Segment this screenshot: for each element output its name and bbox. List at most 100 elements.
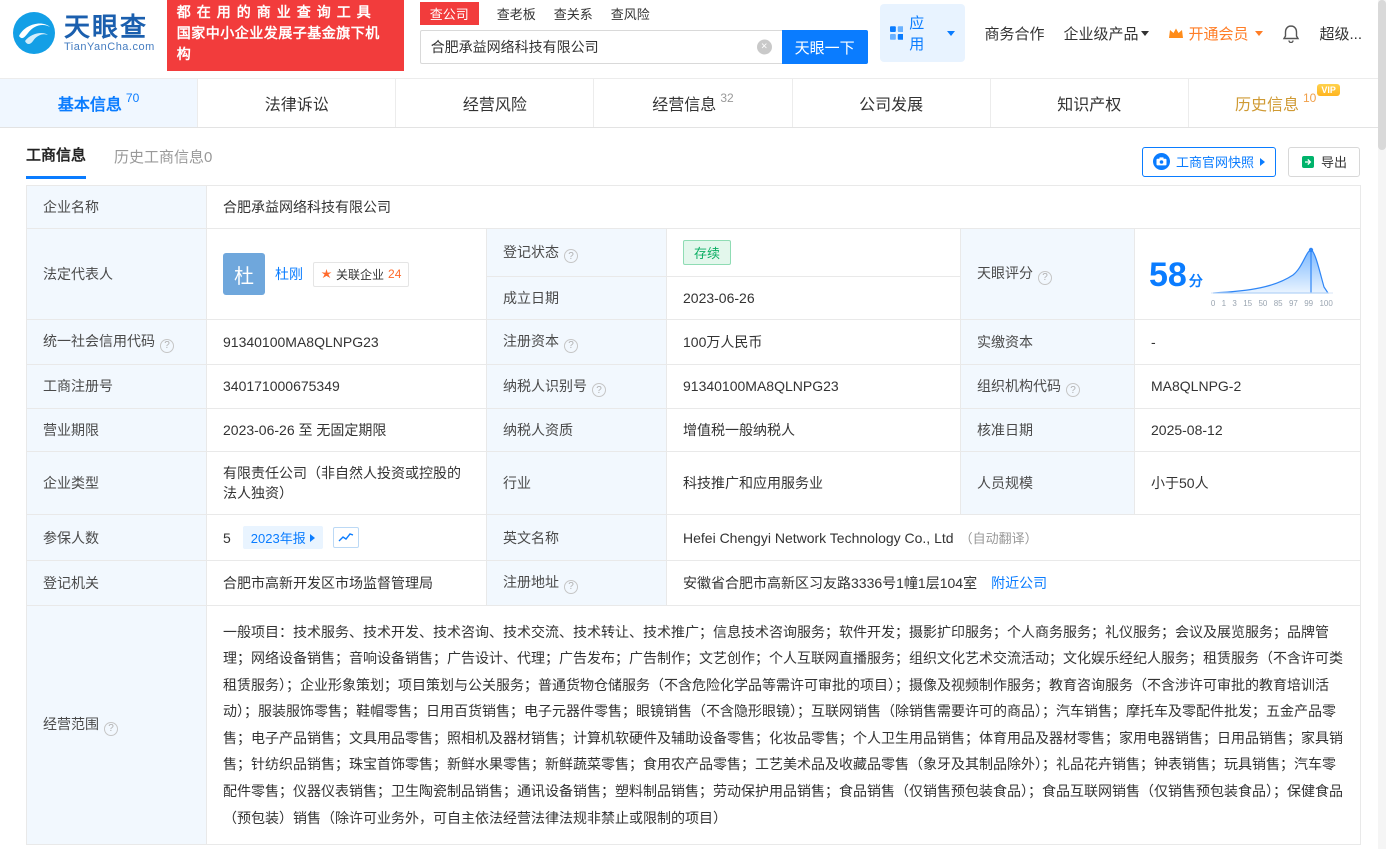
- tab-label: 公司发展: [859, 97, 924, 114]
- search-tab-boss[interactable]: 查老板: [497, 4, 536, 23]
- reg-authority-value: 合肥市高新开发区市场监督管理局: [206, 560, 487, 606]
- chevron-down-icon: [947, 30, 956, 36]
- help-icon[interactable]: [592, 383, 606, 397]
- search-type-tabs: 查公司 查老板 查关系 查风险: [419, 2, 868, 25]
- nav-vip-membership[interactable]: 开通会员: [1168, 23, 1264, 44]
- reg-capital-label: 注册资本: [486, 319, 667, 365]
- export-icon: [1301, 155, 1314, 168]
- english-name-label: 英文名称: [486, 514, 667, 561]
- tab-history-info[interactable]: 历史信息 10 VIP: [1189, 79, 1386, 127]
- staff-size-label: 人员规模: [960, 451, 1135, 515]
- tab-business-info[interactable]: 经营信息 32: [594, 79, 793, 127]
- notification-bell-icon[interactable]: [1282, 24, 1300, 43]
- english-name-value: Hefei Chengyi Network Technology Co., Lt…: [665, 514, 1362, 561]
- annual-report-button[interactable]: 2023年报: [242, 526, 323, 549]
- trend-chart-icon[interactable]: [332, 527, 359, 548]
- search-tab-company[interactable]: 查公司: [419, 2, 479, 25]
- scrollbar-thumb[interactable]: [1378, 0, 1386, 150]
- help-icon[interactable]: [564, 579, 578, 594]
- tab-intellectual-property[interactable]: 知识产权: [991, 79, 1189, 127]
- slogan-line2: 国家中小企业发展子基金旗下机构: [176, 24, 380, 62]
- subtab-history-business-info[interactable]: 历史工商信息0: [114, 146, 212, 178]
- main-tab-bar: 基本信息 70 法律诉讼 经营风险 经营信息 32 公司发展 知识产权 历史信息 10…: [0, 78, 1386, 128]
- vip-badge: VIP: [1317, 84, 1340, 96]
- reg-capital-value: 100万人民币: [666, 319, 961, 365]
- insured-value: 5 2023年报: [206, 514, 487, 561]
- taxpayer-id-label: 纳税人识别号: [486, 363, 667, 409]
- tianyan-score-value[interactable]: 58 分 0 1 3 15 50 85 97 99 100: [1133, 228, 1362, 320]
- staff-size-value: 小于50人: [1133, 451, 1362, 515]
- search-tab-relation[interactable]: 查关系: [554, 4, 593, 23]
- tab-legal-proceedings[interactable]: 法律诉讼: [198, 79, 397, 127]
- industry-label: 行业: [486, 451, 667, 515]
- tianyan-score-label: 天眼评分: [960, 228, 1135, 320]
- help-icon[interactable]: [1038, 270, 1052, 285]
- tianyancha-logo[interactable]: 天眼查 TianYanCha.com: [12, 11, 155, 55]
- business-scope-value: 一般项目：技术服务、技术开发、技术咨询、技术交流、技术转让、技术推广；信息技术咨…: [205, 604, 1362, 846]
- company-type-value: 有限责任公司（非自然人投资或控股的法人独资）: [206, 451, 487, 515]
- subtab-business-registration-info[interactable]: 工商信息: [26, 144, 87, 179]
- slogan-banner: 都在用的商业查询工具 国家中小企业发展子基金旗下机构: [166, 0, 404, 71]
- search-button[interactable]: 天眼一下: [781, 30, 868, 64]
- help-icon[interactable]: [564, 338, 578, 353]
- approval-date-value: 2025-08-12: [1133, 408, 1362, 452]
- status-badge: 存续: [683, 240, 732, 265]
- related-companies-tag[interactable]: 关联企业 24: [313, 261, 410, 287]
- slogan-line1: 都在用的商业查询工具: [176, 3, 377, 20]
- tab-label: 经营信息: [652, 97, 717, 114]
- row-company-type: 企业类型 有限责任公司（非自然人投资或控股的法人独资） 行业 科技推广和应用服务…: [26, 451, 1362, 515]
- establish-date-label: 成立日期: [486, 276, 667, 320]
- paid-capital-label: 实缴资本: [960, 319, 1135, 365]
- tab-label: 法律诉讼: [264, 97, 329, 114]
- score-axis-labels: 0 1 3 15 50 85 97 99 100: [1210, 298, 1333, 308]
- vertical-scrollbar[interactable]: [1378, 0, 1386, 849]
- business-snapshot-button[interactable]: 工商官网快照: [1141, 146, 1276, 177]
- apps-menu-label: 应用: [909, 15, 925, 53]
- help-icon[interactable]: [160, 338, 174, 353]
- logo-subtitle: TianYanCha.com: [64, 41, 155, 53]
- sub-navigation: 工商信息 历史工商信息0 工商官网快照 导出: [0, 128, 1386, 179]
- tab-label: 经营风险: [462, 97, 527, 114]
- industry-value: 科技推广和应用服务业: [666, 451, 961, 515]
- clear-icon[interactable]: [756, 39, 772, 55]
- row-company-name: 企业名称 合肥承益网络科技有限公司: [26, 185, 1362, 229]
- arrow-right-icon: [309, 533, 315, 542]
- nav-super-vip[interactable]: 超级...: [1319, 23, 1362, 44]
- legal-rep-value: 杜 杜刚 关联企业 24: [206, 228, 487, 320]
- nav-business-cooperation[interactable]: 商务合作: [984, 23, 1044, 44]
- row-legal-rep: 法定代表人 杜 杜刚 关联企业 24 登记状态 存续 天眼评分: [26, 228, 1362, 320]
- reg-number-value: 340171000675349: [206, 363, 487, 409]
- tab-company-development[interactable]: 公司发展: [793, 79, 991, 127]
- tab-basic-info[interactable]: 基本信息 70: [0, 79, 199, 127]
- search-tab-risk[interactable]: 查风险: [611, 4, 650, 23]
- score-number: 58 分: [1149, 255, 1203, 294]
- company-name-label: 企业名称: [26, 185, 207, 229]
- reg-address-label: 注册地址: [486, 560, 667, 606]
- tab-count: 70: [125, 91, 140, 105]
- nearby-companies-link[interactable]: 附近公司: [991, 575, 1047, 591]
- row-reg-number: 工商注册号 340171000675349 纳税人识别号 91340100MA8…: [26, 363, 1362, 409]
- nav-vip-label: 开通会员: [1188, 25, 1249, 43]
- help-icon[interactable]: [104, 721, 118, 736]
- related-companies-label: 关联企业: [336, 267, 385, 282]
- reg-status-label: 登记状态: [486, 228, 667, 277]
- legal-rep-name-link[interactable]: 杜刚: [275, 264, 303, 284]
- tab-operational-risk[interactable]: 经营风险: [396, 79, 595, 127]
- logo-title: 天眼查: [64, 12, 149, 42]
- tab-label: 历史信息: [1234, 97, 1299, 114]
- search-input[interactable]: [419, 30, 782, 64]
- establish-date-value: 2023-06-26: [666, 276, 961, 320]
- org-code-label: 组织机构代码: [960, 363, 1135, 409]
- apps-menu[interactable]: 应用: [879, 4, 966, 62]
- insured-label: 参保人数: [26, 514, 207, 561]
- nav-enterprise-products[interactable]: 企业级产品: [1063, 23, 1150, 44]
- starburst-icon: [321, 268, 332, 278]
- business-term-label: 营业期限: [26, 408, 207, 452]
- help-icon[interactable]: [564, 249, 578, 264]
- tianyancha-logo-icon: [13, 12, 55, 54]
- help-icon[interactable]: [1066, 383, 1080, 397]
- legal-rep-avatar[interactable]: 杜: [223, 253, 265, 295]
- reg-number-label: 工商注册号: [26, 363, 207, 409]
- export-button[interactable]: 导出: [1287, 146, 1360, 177]
- chevron-down-icon: [1255, 30, 1264, 36]
